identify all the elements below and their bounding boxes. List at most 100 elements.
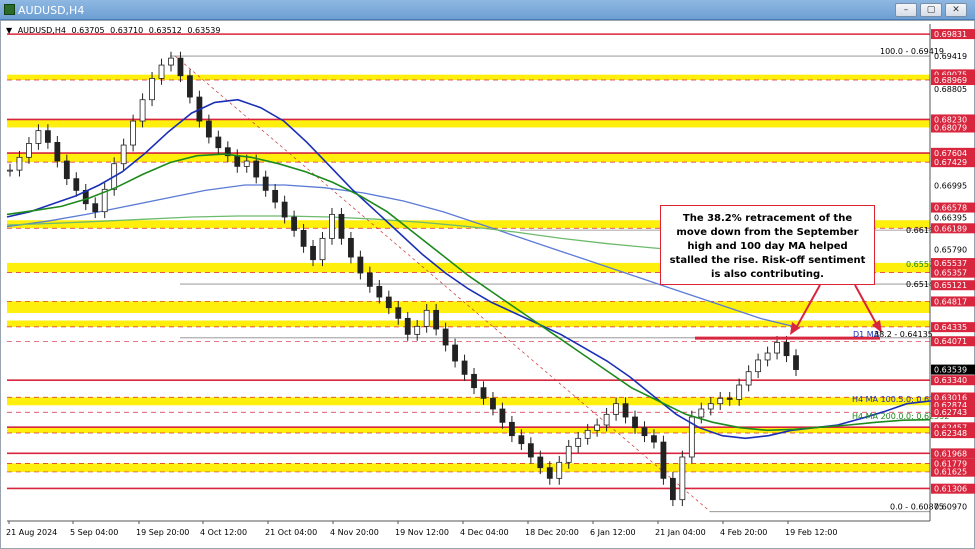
candle-body: [63, 160, 70, 180]
candle-body: [527, 443, 534, 458]
price-axis-label: 0.62743: [934, 408, 967, 417]
candle-body: [385, 296, 392, 309]
candle-body: [92, 203, 99, 213]
candle-body: [205, 120, 212, 138]
time-axis-label: 5 Sep 04:00: [70, 528, 118, 537]
candle-body: [632, 416, 638, 429]
candle-body: [310, 245, 316, 261]
price-axis-label: 0.61306: [934, 485, 967, 494]
candle-body: [764, 352, 771, 361]
ohlc-symbol: AUDUSD,H4: [17, 26, 66, 35]
candle-body: [622, 403, 629, 418]
price-axis-label: 0.65357: [934, 269, 967, 278]
candle-body: [707, 403, 714, 410]
price-axis-label: 0.66578: [934, 204, 967, 213]
ohlc-readout: ▼ AUDUSD,H4 0.63705 0.63710 0.63512 0.63…: [6, 26, 224, 35]
candle-body: [7, 169, 13, 172]
candle-body: [404, 317, 411, 335]
candle-body: [158, 64, 165, 79]
candle-body: [376, 285, 383, 298]
candle-body: [357, 256, 364, 274]
candle-body: [679, 456, 686, 501]
candle-body: [329, 213, 335, 239]
candle-body: [366, 272, 373, 287]
support-resistance-zone: [7, 301, 930, 314]
candle-body: [537, 456, 544, 469]
candle-body: [565, 445, 572, 463]
candle-body: [698, 408, 705, 418]
candle-body: [783, 341, 790, 357]
candle-body: [243, 160, 250, 167]
candle-body: [272, 189, 279, 203]
candle-body: [338, 213, 345, 239]
candle-body: [319, 237, 326, 261]
candle-body: [641, 427, 648, 437]
time-axis-label: 4 Nov 20:00: [330, 528, 379, 537]
ohlc-low: 0.63512: [148, 26, 182, 35]
time-axis-label: 19 Feb 12:00: [785, 528, 837, 537]
candle-body: [499, 408, 506, 423]
time-axis-label: 6 Jan 12:00: [590, 528, 636, 537]
candle-body: [433, 309, 440, 330]
candle-body: [215, 136, 222, 149]
candle-body: [745, 371, 752, 386]
candle-body: [603, 413, 610, 426]
price-axis-label: 0.65537: [934, 259, 967, 268]
candle-body: [44, 130, 51, 143]
candle-body: [73, 178, 80, 191]
candle-body: [556, 461, 563, 479]
candle-body: [130, 120, 137, 146]
candle-body: [584, 429, 591, 439]
price-axis-label: 0.65121: [934, 281, 967, 290]
candle-body: [461, 360, 468, 375]
candle-body: [490, 397, 496, 410]
time-axis-label: 21 Jan 04:00: [655, 528, 706, 537]
candle-body: [35, 130, 42, 144]
price-axis-label: 0.66189: [934, 224, 967, 233]
candle-body: [669, 477, 676, 501]
candle-body: [480, 387, 487, 399]
candle-body: [594, 424, 601, 431]
price-axis-label: 0.67604: [934, 149, 967, 158]
ma-200-green-line: [6, 153, 931, 432]
candle-body: [546, 467, 553, 479]
price-axis-label: 0.68805: [934, 85, 967, 94]
candle-body: [54, 141, 61, 162]
candle-body: [291, 216, 297, 231]
price-axis-label: 0.66395: [934, 213, 967, 222]
time-axis-label: 21 Aug 2024: [6, 528, 57, 537]
time-axis-label: 19 Sep 20:00: [136, 528, 189, 537]
current-price-label: 0.63539: [934, 366, 967, 375]
candle-body: [149, 77, 155, 101]
candle-body: [518, 435, 525, 445]
price-axis-label: 0.64335: [934, 323, 967, 332]
candle-body: [395, 307, 402, 319]
price-axis-label: 0.61625: [934, 468, 967, 477]
price-axis-label: 0.68079: [934, 124, 967, 133]
candle-body: [613, 403, 619, 415]
time-axis-label: 4 Feb 20:00: [720, 528, 767, 537]
time-axis-label: 4 Dec 04:00: [460, 528, 509, 537]
price-axis-label: 0.62348: [934, 429, 967, 438]
candle-body: [348, 237, 354, 258]
candle-body: [414, 325, 421, 335]
candle-body: [509, 421, 515, 437]
price-axis-label: 0.68969: [934, 76, 967, 85]
price-axis-label: 0.67429: [934, 158, 967, 167]
candle-body: [423, 309, 430, 327]
time-axis-label: 21 Oct 04:00: [265, 528, 317, 537]
candle-body: [262, 176, 269, 191]
support-resistance-zone: [7, 397, 930, 406]
price-axis-label: 0.60970: [934, 503, 967, 512]
price-axis-label: 0.69831: [934, 30, 967, 39]
candle-body: [300, 229, 307, 247]
price-axis-label: 0.66995: [934, 181, 967, 190]
candle-body: [736, 384, 743, 400]
candle-body: [793, 355, 799, 370]
candle-body: [234, 155, 241, 167]
ohlc-open: 0.63705: [71, 26, 105, 35]
support-resistance-zone: [7, 463, 930, 472]
support-resistance-zone: [7, 153, 930, 163]
candle-body: [253, 160, 260, 178]
price-axis-label: 0.64071: [934, 337, 967, 346]
